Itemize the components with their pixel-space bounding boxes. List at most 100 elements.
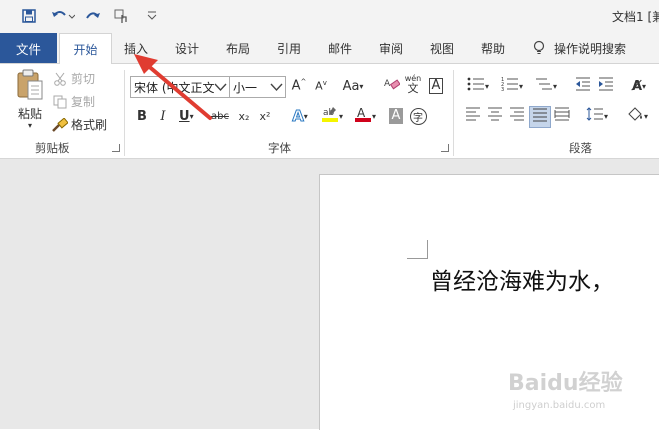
document-title: 文档1 [兼	[612, 10, 659, 24]
phonetic-char-icon: 文	[407, 82, 419, 95]
paste-label: 粘贴	[17, 107, 42, 121]
shrink-font-icon: Av	[315, 79, 327, 93]
font-size-value: 小一	[233, 80, 258, 95]
document-text[interactable]: 曾经沧海难为水，	[430, 262, 614, 296]
clear-formatting-button[interactable]: A	[382, 76, 402, 96]
svg-text:A: A	[384, 79, 391, 89]
font-color-button[interactable]: A ▾	[351, 106, 379, 126]
grow-font-button[interactable]: A^	[289, 76, 309, 96]
font-launcher-icon[interactable]	[441, 144, 449, 152]
tab-home[interactable]: 开始	[59, 33, 112, 65]
character-shading-label: A	[388, 108, 404, 124]
svg-text:3: 3	[501, 87, 504, 91]
align-left-button[interactable]	[463, 106, 483, 126]
subscript-button[interactable]: x₂	[234, 106, 254, 126]
paragraph-group-label: 段落	[569, 141, 592, 155]
paste-dropdown-icon: ▾	[27, 121, 32, 130]
clipboard-launcher-icon[interactable]	[112, 144, 120, 152]
eraser-icon: A	[384, 76, 401, 96]
justify-button[interactable]	[529, 106, 551, 128]
lightbulb-icon	[532, 40, 546, 56]
character-border-label: A	[428, 78, 444, 94]
enclose-characters-button[interactable]: 字	[408, 106, 428, 126]
paint-bucket-icon	[626, 106, 644, 126]
chevron-down-icon	[270, 83, 283, 92]
copy-icon	[52, 94, 68, 110]
undo-icon[interactable]	[50, 8, 76, 24]
tab-review[interactable]: 审阅	[379, 33, 403, 63]
bullets-button[interactable]: ▾	[463, 76, 493, 96]
decrease-indent-icon	[575, 77, 591, 95]
title-bar: 文档1 [兼	[0, 0, 659, 33]
font-size-select[interactable]: 小一	[229, 76, 286, 98]
align-center-icon	[487, 107, 503, 125]
bullet-list-icon	[467, 77, 485, 95]
align-left-icon	[465, 107, 481, 125]
scissors-icon	[52, 71, 68, 87]
text-effects-icon: A	[292, 107, 305, 126]
shrink-font-button[interactable]: Av	[311, 76, 331, 96]
align-right-button[interactable]	[507, 106, 527, 126]
save-icon[interactable]	[20, 8, 38, 24]
asian-layout-icon: A̸	[631, 78, 643, 94]
cut-button[interactable]: 剪切	[52, 70, 95, 87]
superscript-button[interactable]: x²	[255, 106, 275, 126]
clipboard-group-label: 剪贴板	[35, 141, 70, 155]
copy-button[interactable]: 复制	[52, 93, 95, 110]
touch-mode-icon[interactable]	[112, 8, 130, 24]
justify-icon	[532, 108, 548, 126]
tell-me-box[interactable]: 操作说明搜索	[532, 33, 626, 63]
asian-layout-button[interactable]: A̸ ▾	[624, 76, 654, 96]
decrease-indent-button[interactable]	[573, 76, 593, 96]
tab-help[interactable]: 帮助	[481, 33, 505, 63]
highlighter-icon: ab	[321, 105, 339, 127]
tab-layout[interactable]: 布局	[226, 33, 250, 63]
ribbon-tabs: 文件 开始 插入 设计 布局 引用 邮件 审阅 视图 帮助 操作说明搜索	[0, 33, 659, 65]
redo-icon[interactable]	[84, 8, 102, 24]
change-case-label: Aa	[342, 78, 360, 94]
shading-button[interactable]: ▾	[622, 106, 652, 126]
character-shading-button[interactable]: A	[386, 106, 406, 126]
tab-view[interactable]: 视图	[430, 33, 454, 63]
paintbrush-icon	[52, 117, 68, 133]
highlight-color-button[interactable]: ab ▾	[318, 106, 346, 126]
copy-label: 复制	[71, 95, 96, 109]
clipboard-paste-icon	[15, 68, 45, 105]
format-painter-button[interactable]: 格式刷	[52, 116, 107, 133]
format-painter-label: 格式刷	[71, 118, 108, 132]
numbered-list-icon: 123	[501, 77, 519, 95]
distributed-icon	[554, 107, 570, 125]
tell-me-label: 操作说明搜索	[554, 41, 627, 56]
ribbon-home: 粘贴 ▾ 剪切 复制 格式刷 剪贴板 宋体 (中文正文 小一 A^ Av Aa ▾	[0, 64, 659, 159]
change-case-button[interactable]: Aa ▾	[339, 76, 367, 96]
tab-mailings[interactable]: 邮件	[328, 33, 352, 63]
tab-file[interactable]: 文件	[0, 33, 57, 63]
tab-references[interactable]: 引用	[277, 33, 301, 63]
watermark-url: jingyan.baidu.com	[513, 400, 606, 411]
multilevel-list-button[interactable]: ▾	[531, 76, 561, 96]
line-spacing-icon	[586, 107, 604, 125]
numbering-button[interactable]: 123 ▾	[497, 76, 527, 96]
customize-quick-access-icon[interactable]	[143, 8, 161, 24]
enclose-characters-label: 字	[409, 107, 427, 125]
cut-label: 剪切	[71, 72, 96, 86]
distributed-button[interactable]	[552, 106, 572, 126]
font-group-label: 字体	[268, 141, 291, 155]
svg-text:A: A	[357, 106, 366, 120]
multilevel-list-icon	[535, 77, 553, 95]
align-right-icon	[509, 107, 525, 125]
character-border-button[interactable]: A	[426, 76, 446, 96]
paste-button[interactable]: 粘贴 ▾	[12, 68, 48, 132]
text-effects-button[interactable]: A ▾	[286, 106, 314, 126]
phonetic-guide-button[interactable]: wén 文	[403, 74, 423, 94]
group-divider	[453, 70, 454, 156]
grow-font-icon: A^	[291, 78, 307, 94]
line-spacing-button[interactable]: ▾	[582, 106, 612, 126]
annotation-arrow-icon	[134, 54, 212, 120]
increase-indent-button[interactable]	[596, 76, 616, 96]
increase-indent-icon	[598, 77, 614, 95]
watermark-logo: Baidu经验	[508, 371, 623, 396]
center-button[interactable]	[485, 106, 505, 126]
margin-corner-mark	[407, 240, 428, 259]
font-color-icon: A	[354, 105, 372, 127]
